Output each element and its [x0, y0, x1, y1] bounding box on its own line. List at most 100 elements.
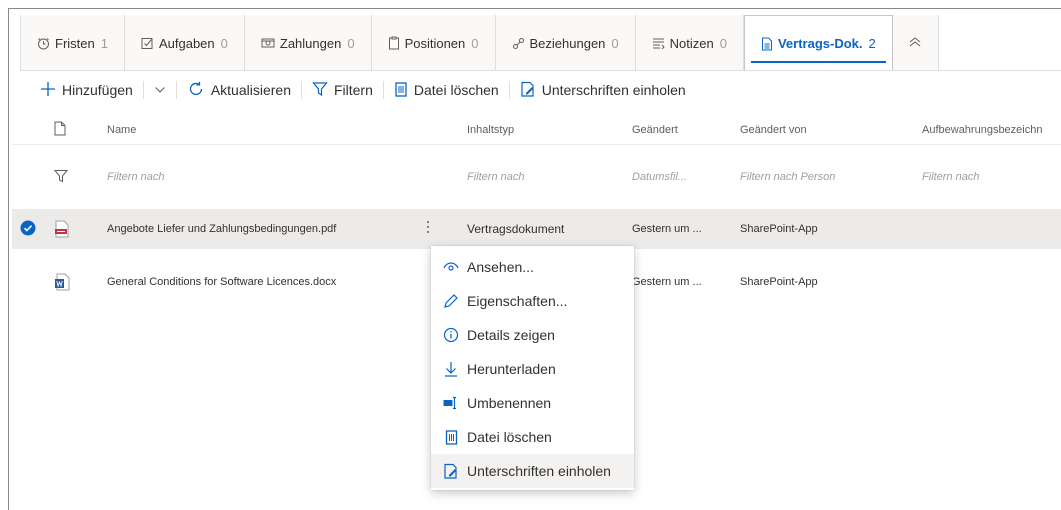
- column-name[interactable]: Name: [107, 115, 136, 144]
- filter-date-input[interactable]: Datumsfil...: [632, 160, 687, 194]
- tab-bar: Fristen 1 Aufgaben 0 Zahlungen 0 Positio…: [20, 15, 939, 71]
- chevron-up-icon: [908, 36, 922, 51]
- tab-label: Positionen: [404, 35, 466, 51]
- filter-label: Filtern: [333, 82, 373, 98]
- filter-row-icon-cell: [53, 160, 69, 194]
- column-content-type[interactable]: Inhaltstyp: [467, 115, 514, 144]
- tab-label: Aufgaben: [158, 35, 215, 51]
- row-checkbox[interactable]: [20, 209, 36, 249]
- tab-notizen[interactable]: Notizen 0: [635, 15, 744, 71]
- checkmark-circle-icon: [20, 220, 36, 239]
- clipboard-icon: [388, 36, 400, 50]
- tab-label: Zahlungen: [279, 35, 342, 51]
- add-label: Hinzufügen: [62, 82, 133, 98]
- tab-label: Beziehungen: [529, 35, 606, 51]
- word-file-icon: [54, 262, 70, 302]
- document-icon: [761, 37, 773, 51]
- money-icon: [261, 37, 275, 49]
- filter-row: Filtern nach Filtern nach Datumsfil... F…: [12, 160, 1061, 194]
- refresh-icon: [187, 80, 205, 101]
- signature-icon: [443, 463, 459, 479]
- tab-label: Fristen: [55, 35, 95, 51]
- tab-count: 0: [220, 35, 228, 51]
- menu-item-view[interactable]: Ansehen...: [431, 250, 634, 284]
- menu-item-label: Details zeigen: [467, 327, 555, 343]
- modified-by-cell: SharePoint-App: [740, 276, 818, 288]
- notes-icon: [652, 37, 665, 49]
- signatures-label: Unterschriften einholen: [541, 82, 686, 98]
- separator: [142, 81, 144, 99]
- tab-divider: [20, 70, 1061, 71]
- separator: [508, 81, 510, 99]
- filter-name-input[interactable]: Filtern nach: [107, 160, 164, 194]
- download-icon: [443, 361, 459, 377]
- tab-label: Notizen: [669, 35, 714, 51]
- pdf-file-icon: [54, 209, 70, 249]
- column-retention-label[interactable]: Aufbewahrungsbezeichn: [922, 115, 1042, 144]
- menu-item-label: Datei löschen: [467, 429, 552, 445]
- tab-zahlungen[interactable]: Zahlungen 0: [244, 15, 372, 71]
- table-row[interactable]: Angebote Liefer und Zahlungsbedingungen.…: [12, 209, 1061, 249]
- menu-item-details[interactable]: Details zeigen: [431, 318, 634, 352]
- modified-cell: Gestern um ...: [632, 276, 702, 288]
- filter-button[interactable]: Filtern: [312, 81, 373, 100]
- menu-item-download[interactable]: Herunterladen: [431, 352, 634, 386]
- delete-file-button[interactable]: Datei löschen: [394, 81, 499, 100]
- menu-item-rename[interactable]: Umbenennen: [431, 386, 634, 420]
- command-bar: Hinzufügen Aktualisieren Filtern Datei l…: [40, 77, 686, 103]
- file-type-icon: [54, 121, 66, 139]
- column-modified-by[interactable]: Geändert von: [740, 115, 807, 144]
- context-menu: Ansehen... Eigenschaften... Details zeig…: [431, 246, 634, 490]
- separator: [382, 81, 384, 99]
- menu-item-label: Herunterladen: [467, 361, 556, 377]
- rename-icon: [443, 395, 459, 411]
- tab-count: 0: [611, 35, 619, 51]
- more-vertical-icon: [426, 219, 430, 240]
- file-type-column-header[interactable]: [54, 115, 66, 144]
- tab-count: 0: [719, 35, 727, 51]
- filter-person-input[interactable]: Filtern nach Person: [740, 160, 835, 194]
- plus-icon: [40, 81, 56, 100]
- file-name[interactable]: General Conditions for Software Licences…: [107, 262, 336, 302]
- menu-item-delete-file[interactable]: Datei löschen: [431, 420, 634, 454]
- menu-item-get-signatures[interactable]: Unterschriften einholen: [431, 454, 634, 488]
- tab-count: 1: [100, 35, 108, 51]
- tab-positionen[interactable]: Positionen 0: [371, 15, 496, 71]
- modified-cell: Gestern um ...: [632, 223, 702, 235]
- refresh-label: Aktualisieren: [210, 82, 291, 98]
- eye-icon: [443, 259, 459, 275]
- column-modified[interactable]: Geändert: [632, 115, 678, 144]
- chevron-down-icon[interactable]: [154, 86, 166, 94]
- menu-item-properties[interactable]: Eigenschaften...: [431, 284, 634, 318]
- filter-icon: [53, 169, 69, 186]
- more-options-button[interactable]: [426, 209, 430, 249]
- collapse-tabs-button[interactable]: [892, 15, 939, 71]
- filter-content-type-input[interactable]: Filtern nach: [467, 160, 524, 194]
- link-icon: [512, 37, 525, 50]
- column-header-row: Name Inhaltstyp Geändert Geändert von Au…: [12, 115, 1061, 145]
- tab-label: Vertrags-Dok.: [777, 36, 863, 51]
- file-name[interactable]: Angebote Liefer und Zahlungsbedingungen.…: [107, 209, 336, 249]
- clock-icon: [37, 37, 50, 50]
- get-signatures-button[interactable]: Unterschriften einholen: [520, 81, 686, 100]
- tab-count: 0: [471, 35, 479, 51]
- tab-count: 0: [347, 35, 355, 51]
- info-icon: [443, 327, 459, 343]
- pencil-icon: [443, 293, 459, 309]
- refresh-button[interactable]: Aktualisieren: [187, 80, 291, 101]
- tab-beziehungen[interactable]: Beziehungen 0: [495, 15, 636, 71]
- trash-icon: [443, 429, 459, 445]
- signature-icon: [520, 81, 536, 100]
- menu-item-label: Umbenennen: [467, 395, 552, 411]
- modified-by-cell: SharePoint-App: [740, 223, 818, 235]
- tab-count: 2: [868, 36, 876, 51]
- content-type-cell: Vertragsdokument: [467, 222, 565, 236]
- tab-aufgaben[interactable]: Aufgaben 0: [124, 15, 245, 71]
- tab-vertrags-dok[interactable]: Vertrags-Dok. 2: [743, 15, 893, 71]
- tab-fristen[interactable]: Fristen 1: [20, 15, 125, 71]
- add-button[interactable]: Hinzufügen: [40, 81, 133, 100]
- separator: [300, 81, 302, 99]
- menu-item-label: Unterschriften einholen: [467, 463, 611, 479]
- separator: [175, 81, 177, 99]
- filter-retention-input[interactable]: Filtern nach: [922, 160, 979, 194]
